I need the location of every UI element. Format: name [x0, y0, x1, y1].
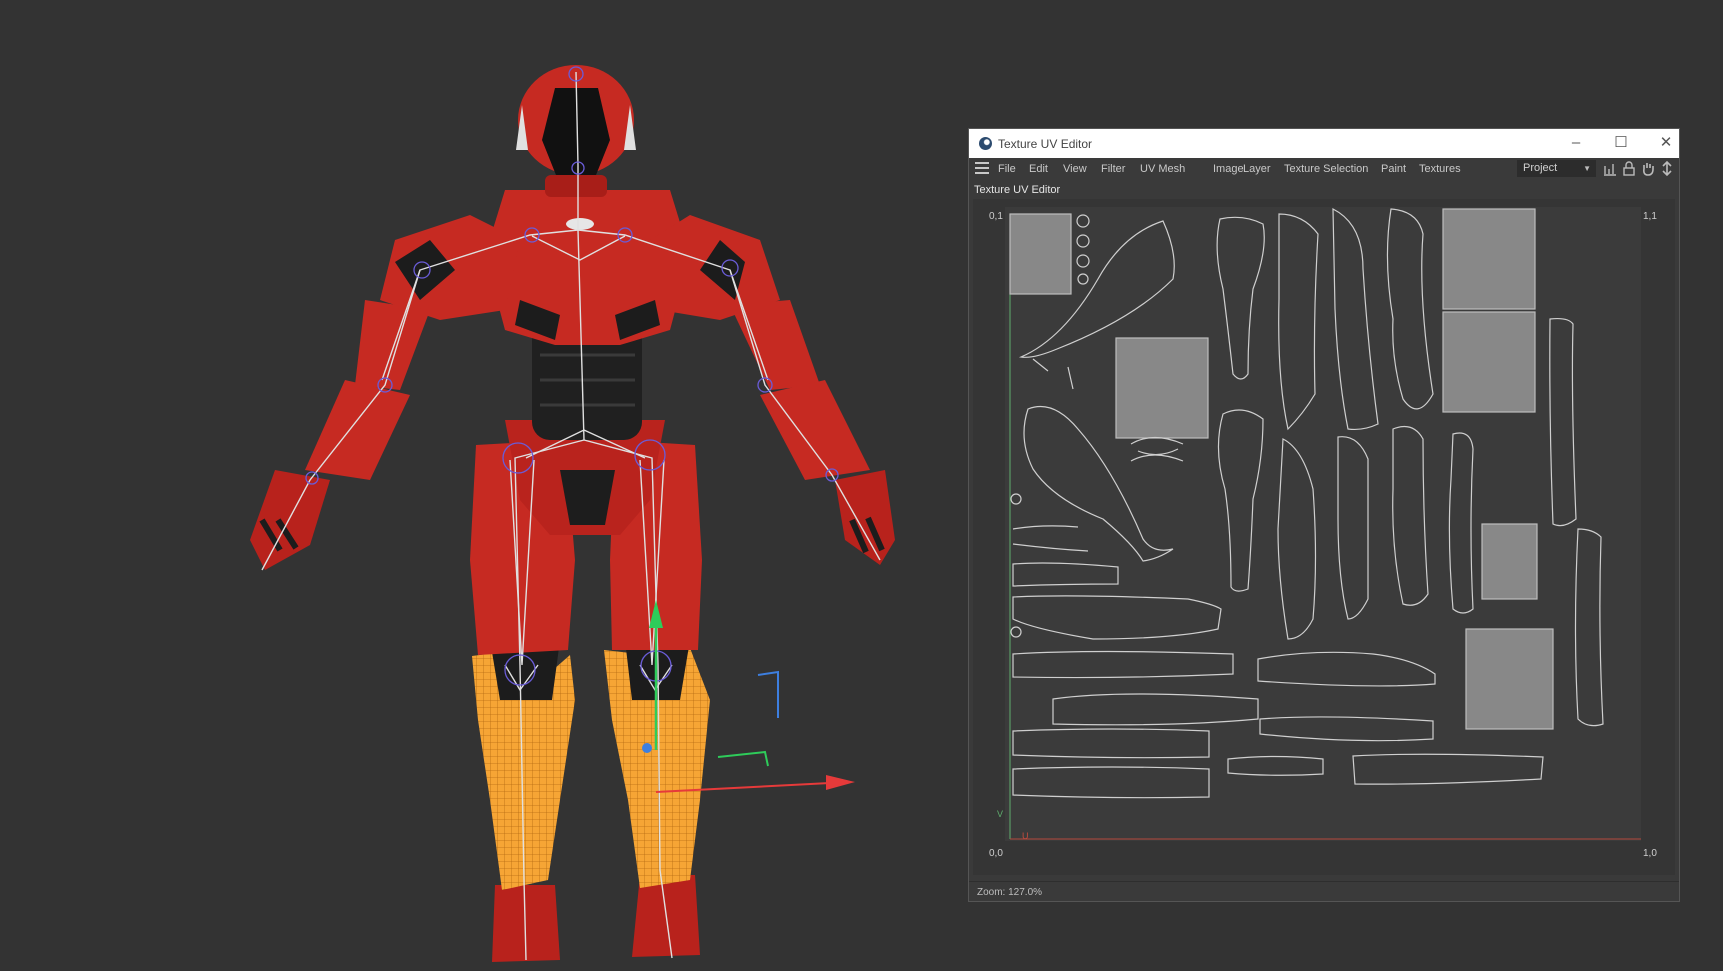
menu-image[interactable]: Image [1213, 163, 1244, 175]
uv-corner-bottom-right: 1,0 [1643, 848, 1657, 859]
window-title: Texture UV Editor [998, 137, 1093, 151]
project-dropdown-value: Project [1523, 162, 1558, 174]
menu-textures[interactable]: Textures [1419, 163, 1461, 175]
u-axis-label: U [1022, 831, 1029, 841]
hand-icon[interactable] [1640, 160, 1656, 177]
uv-corner-top-left: 0,1 [989, 211, 1003, 222]
menu-file[interactable]: File [998, 163, 1016, 175]
menu-texture-selection[interactable]: Texture Selection [1284, 163, 1368, 175]
menu-edit[interactable]: Edit [1029, 163, 1048, 175]
menu-layer[interactable]: Layer [1243, 163, 1271, 175]
close-icon[interactable]: ✕ [1655, 134, 1677, 152]
texture-uv-editor-window[interactable]: Texture UV Editor – ☐ ✕ File Edit View F… [968, 128, 1680, 902]
histogram-icon[interactable] [1602, 160, 1618, 177]
menu-uv-mesh[interactable]: UV Mesh [1140, 163, 1185, 175]
zoom-level: Zoom: 127.0% [977, 887, 1043, 898]
v-axis-label: V [997, 809, 1003, 819]
uv-corner-bottom-left: 0,0 [989, 848, 1003, 859]
panel-title: Texture UV Editor [974, 184, 1061, 196]
chevron-down-icon: ▼ [1583, 164, 1591, 173]
move-icon[interactable] [1659, 160, 1675, 177]
robot-character[interactable] [250, 65, 895, 962]
cinema4d-app-icon [979, 137, 992, 150]
menu-view[interactable]: View [1063, 163, 1087, 175]
maximize-icon[interactable]: ☐ [1610, 134, 1632, 152]
minimize-icon[interactable]: – [1565, 134, 1587, 152]
menu-paint[interactable]: Paint [1381, 163, 1406, 175]
uv-corner-top-right: 1,1 [1643, 211, 1657, 222]
status-bar: Zoom: 127.0% [969, 881, 1679, 902]
window-titlebar[interactable]: Texture UV Editor – ☐ ✕ [969, 129, 1679, 158]
menu-filter[interactable]: Filter [1101, 163, 1125, 175]
uv-canvas[interactable]: U V 0,1 1,1 0,0 1,0 [973, 199, 1675, 875]
lock-icon[interactable] [1621, 160, 1637, 177]
project-dropdown[interactable]: Project ▼ [1517, 160, 1596, 177]
hamburger-menu-icon[interactable] [975, 162, 989, 174]
